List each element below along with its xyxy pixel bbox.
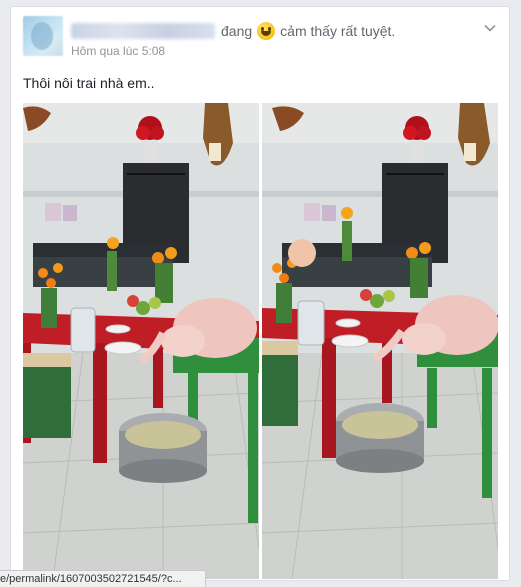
smiley-icon [257,22,276,40]
feeling-prefix: đang [221,23,253,39]
chevron-down-icon[interactable] [483,21,497,35]
feeling-text: cảm thấy rất tuyệt. [280,23,396,39]
post-timestamp[interactable]: Hôm qua lúc 5:08 [71,44,165,58]
post-text: Thôi nôi trai nhà em.. [23,75,155,91]
post-card: đang cảm thấy rất tuyệt. Hôm qua lúc 5:0… [10,6,510,581]
feeling-status: đang cảm thấy rất tuyệt. [221,21,395,41]
avatar[interactable] [23,16,63,56]
offering-table-photo-left [23,103,259,579]
photo-left[interactable] [23,103,259,579]
status-bar-url: e/permalink/1607003502721545/?c... [0,570,206,587]
offering-table-photo-right [262,103,498,579]
photo-right[interactable] [262,103,498,579]
author-name-blurred[interactable] [71,23,215,39]
